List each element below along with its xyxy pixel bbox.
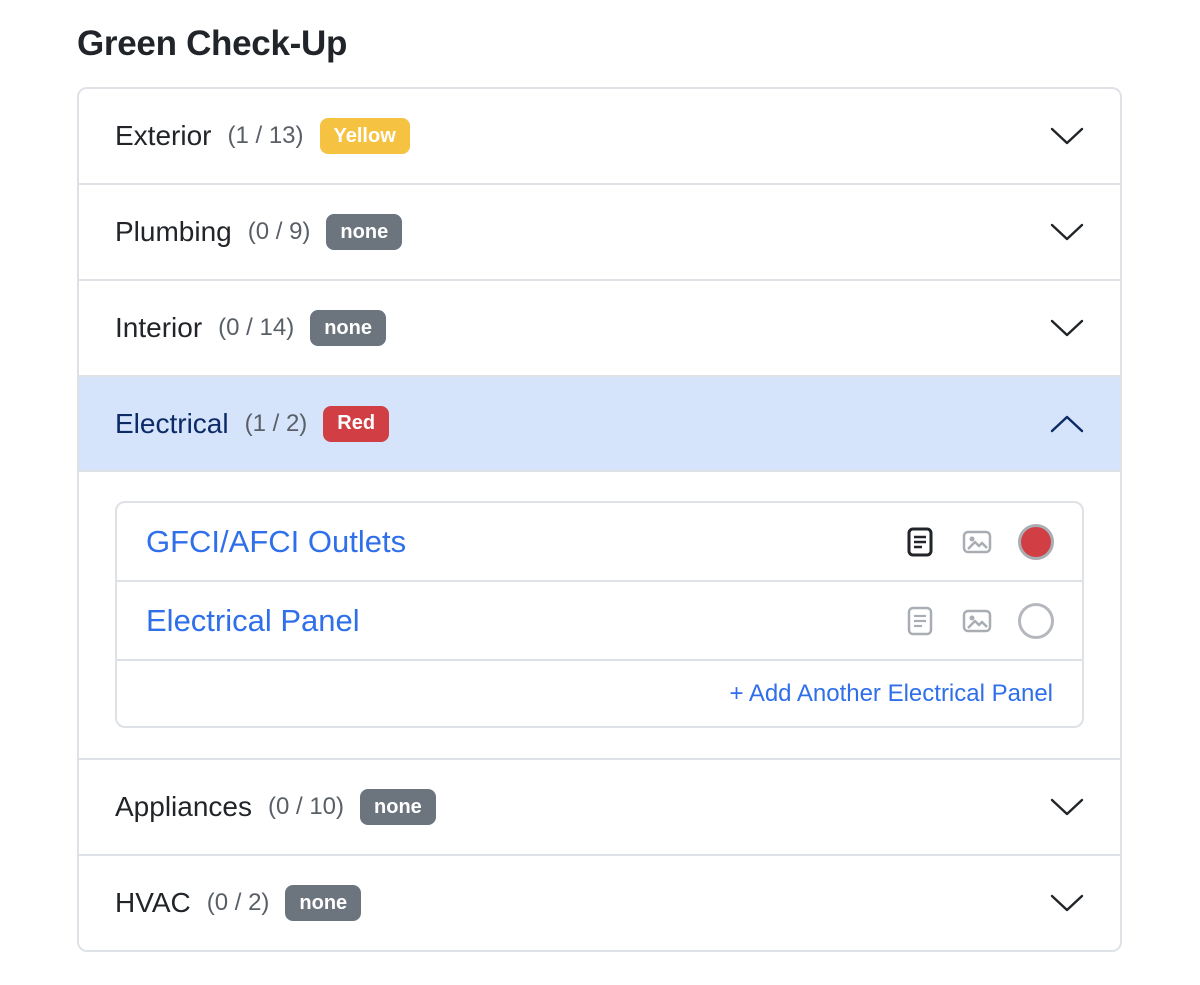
section-count: (1 / 13) — [227, 122, 304, 149]
checkup-accordion: Exterior (1 / 13) Yellow Plumbing (0 / 9… — [77, 87, 1122, 952]
section-header-appliances[interactable]: Appliances (0 / 10) none — [79, 760, 1120, 854]
item-link[interactable]: GFCI/AFCI Outlets — [146, 524, 406, 560]
section-title: Interior — [115, 312, 203, 343]
section-header-exterior[interactable]: Exterior (1 / 13) Yellow — [79, 89, 1120, 183]
photo-icon[interactable] — [962, 527, 992, 557]
section-header-hvac[interactable]: HVAC (0 / 2) none — [79, 856, 1120, 950]
chevron-up-icon[interactable] — [1050, 413, 1084, 435]
status-badge: none — [326, 214, 403, 250]
notes-icon[interactable] — [905, 606, 935, 636]
section-electrical: Electrical (1 / 2) Red GFCI/AFCI Outlets — [79, 377, 1120, 760]
chevron-down-icon[interactable] — [1050, 892, 1084, 914]
status-indicator[interactable] — [1018, 523, 1054, 560]
chevron-down-icon[interactable] — [1050, 221, 1084, 243]
status-badge: Yellow — [319, 118, 410, 154]
section-appliances: Appliances (0 / 10) none — [79, 760, 1120, 856]
section-title: Electrical — [115, 407, 229, 439]
photo-icon[interactable] — [962, 606, 992, 636]
section-title: Exterior — [115, 120, 212, 151]
section-count: (0 / 14) — [218, 314, 295, 341]
section-hvac: HVAC (0 / 2) none — [79, 856, 1120, 950]
section-count: (0 / 9) — [247, 218, 311, 245]
section-title: HVAC — [115, 887, 191, 918]
item-link[interactable]: Electrical Panel — [146, 603, 360, 639]
section-title: Appliances — [115, 791, 252, 822]
add-row: + Add Another Electrical Panel — [117, 661, 1082, 726]
section-plumbing: Plumbing (0 / 9) none — [79, 185, 1120, 281]
list-item: GFCI/AFCI Outlets — [117, 503, 1082, 582]
section-header-interior[interactable]: Interior (0 / 14) none — [79, 281, 1120, 375]
section-exterior: Exterior (1 / 13) Yellow — [79, 89, 1120, 185]
item-actions — [905, 602, 1054, 639]
section-interior: Interior (0 / 14) none — [79, 281, 1120, 377]
section-header-plumbing[interactable]: Plumbing (0 / 9) none — [79, 185, 1120, 279]
page-title: Green Check-Up — [77, 24, 348, 63]
status-badge: none — [360, 789, 436, 825]
section-count: (0 / 10) — [267, 793, 345, 820]
chevron-down-icon[interactable] — [1050, 125, 1084, 147]
section-count: (1 / 2) — [244, 409, 308, 437]
checklist: GFCI/AFCI Outlets Electrical Panel + Add… — [115, 501, 1084, 728]
status-badge: none — [285, 885, 362, 921]
chevron-down-icon[interactable] — [1050, 796, 1084, 818]
section-title: Plumbing — [115, 216, 232, 247]
section-count: (0 / 2) — [206, 889, 270, 916]
notes-icon[interactable] — [905, 527, 935, 557]
status-badge: Red — [323, 405, 390, 442]
chevron-down-icon[interactable] — [1050, 317, 1084, 339]
list-item: Electrical Panel — [117, 582, 1082, 661]
item-actions — [905, 523, 1054, 560]
status-indicator[interactable] — [1018, 602, 1054, 639]
section-body-electrical: GFCI/AFCI Outlets Electrical Panel + Add… — [79, 470, 1120, 758]
status-badge: none — [310, 310, 386, 346]
add-another-link[interactable]: + Add Another Electrical Panel — [729, 680, 1053, 708]
section-header-electrical[interactable]: Electrical (1 / 2) Red — [79, 377, 1120, 470]
